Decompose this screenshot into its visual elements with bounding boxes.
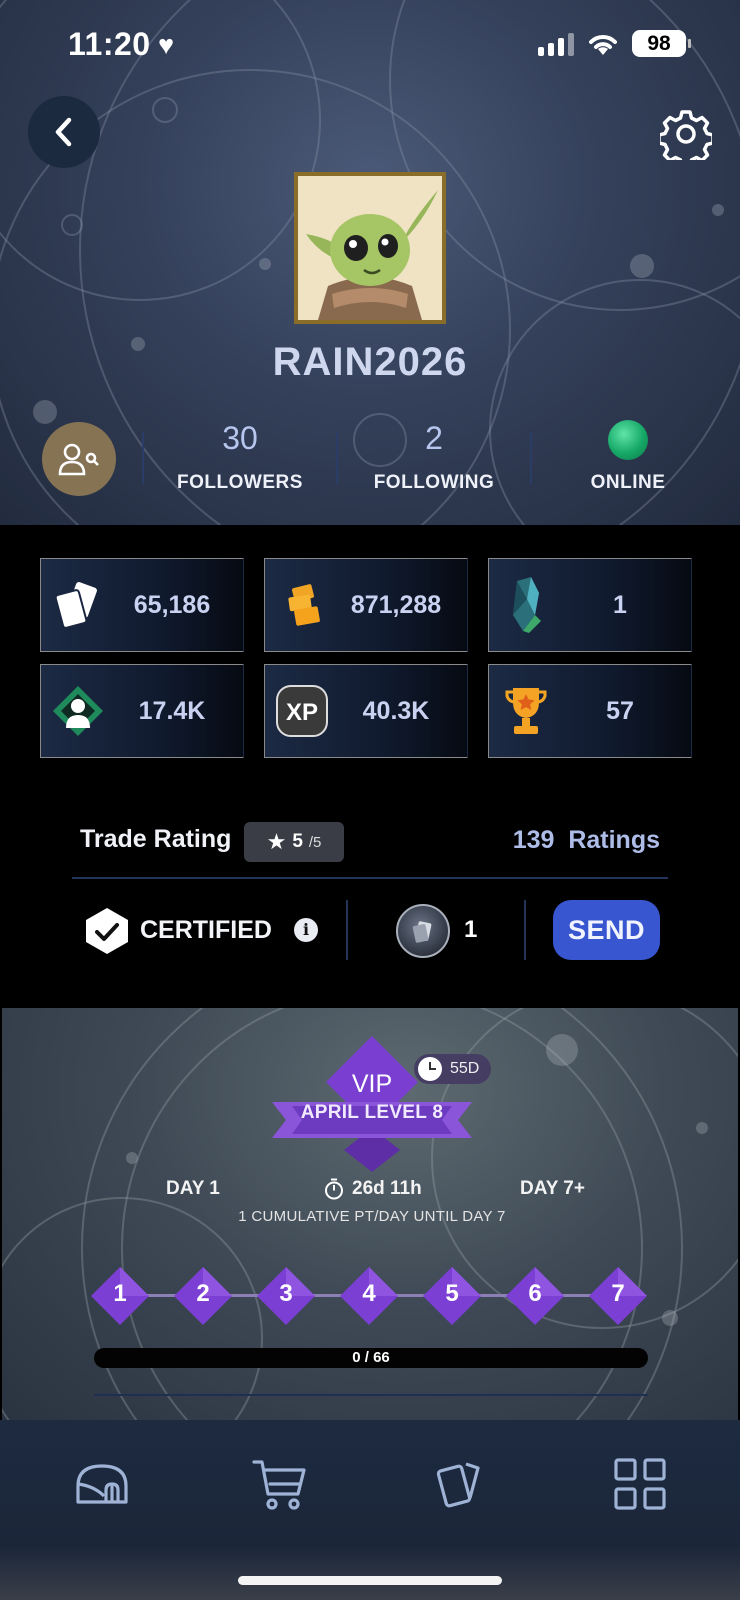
day-end-label: DAY 7+ xyxy=(520,1178,585,1199)
certified-label: CERTIFIED xyxy=(140,916,272,944)
chevron-left-icon xyxy=(55,117,72,147)
vip-day-marker[interactable]: 2 xyxy=(173,1266,233,1326)
vip-day-marker[interactable]: 5 xyxy=(422,1266,482,1326)
svg-text:XP: XP xyxy=(286,699,318,726)
vip-progress-text: 0 / 66 xyxy=(352,1349,390,1366)
star-icon: ★ xyxy=(266,829,287,854)
currency-value: 40.3K xyxy=(362,696,430,725)
vip-level-label: APRIL LEVEL 8 xyxy=(300,1102,444,1123)
vip-day-number: 7 xyxy=(611,1280,625,1307)
back-button[interactable] xyxy=(28,96,100,168)
currency-value: 57 xyxy=(606,696,634,725)
vip-day-marker[interactable]: 7 xyxy=(588,1266,648,1326)
followers-stat[interactable]: 30 FOLLOWERS xyxy=(160,420,320,494)
vip-countdown: 26d 11h xyxy=(352,1178,422,1199)
certified-shield-icon xyxy=(86,908,128,954)
user-search-icon xyxy=(58,443,99,476)
online-indicator-icon xyxy=(608,420,648,460)
currency-value: 1 xyxy=(613,590,627,619)
collector-score-icon xyxy=(53,686,103,736)
info-icon[interactable]: i xyxy=(294,918,318,942)
vip-day-marker[interactable]: 4 xyxy=(339,1266,399,1326)
grid-menu-icon[interactable] xyxy=(612,1456,668,1512)
ratings-link[interactable]: 139 Ratings xyxy=(513,826,660,855)
cards-icon[interactable] xyxy=(432,1456,488,1512)
following-label: FOLLOWING xyxy=(373,472,495,493)
trade-token-count: 1 xyxy=(464,916,478,943)
currency-tile-trophies[interactable]: 57 xyxy=(488,664,692,758)
stats-divider xyxy=(336,432,338,484)
vip-day-number: 1 xyxy=(113,1280,127,1307)
trade-rating-badge[interactable]: ★ 5/5 xyxy=(244,822,344,862)
vip-divider xyxy=(94,1394,648,1396)
vip-day-number: 5 xyxy=(445,1280,459,1307)
cellular-signal-icon xyxy=(538,32,574,56)
rating-max: /5 xyxy=(308,833,322,851)
send-button[interactable]: SEND xyxy=(553,900,660,960)
currency-tile-cards[interactable]: 65,186 xyxy=(40,558,244,652)
followers-label: FOLLOWERS xyxy=(177,472,303,493)
stopwatch-icon xyxy=(325,1178,343,1200)
battery-indicator: 98 xyxy=(632,30,691,57)
avatar-character-image xyxy=(298,176,442,320)
vip-day-number: 4 xyxy=(362,1280,376,1307)
vip-day-marker[interactable]: 1 xyxy=(90,1266,150,1326)
online-status: ONLINE xyxy=(548,420,708,494)
vip-day-marker[interactable]: 3 xyxy=(256,1266,316,1326)
crystal-icon xyxy=(513,577,541,633)
status-bar: 11:20 ♥ 98 xyxy=(0,26,740,66)
xp-icon: XP xyxy=(276,685,328,737)
profile-username: RAIN2026 xyxy=(272,340,468,384)
currency-tile-collector-score[interactable]: 17.4K xyxy=(40,664,244,758)
ratings-label: Ratings xyxy=(568,826,660,854)
trade-divider xyxy=(72,877,668,879)
heart-icon: ♥ xyxy=(158,30,175,60)
vip-time-left: 55D xyxy=(450,1060,480,1077)
currency-value: 65,186 xyxy=(133,590,211,619)
home-icon[interactable] xyxy=(74,1456,130,1512)
ratings-count: 139 xyxy=(512,826,555,854)
bottom-navigation xyxy=(0,1420,740,1600)
stats-divider xyxy=(142,432,144,484)
vip-cumulative-note: 1 CUMULATIVE PT/DAY UNTIL DAY 7 xyxy=(238,1208,506,1225)
cards-icon xyxy=(54,582,97,629)
trade-divider-vertical xyxy=(346,900,348,960)
currency-value: 17.4K xyxy=(138,696,206,725)
followers-count: 30 xyxy=(222,420,258,456)
trade-token-icon xyxy=(396,904,450,958)
profile-avatar[interactable] xyxy=(294,172,446,324)
vip-time-remaining: 55D xyxy=(414,1054,492,1084)
stats-divider xyxy=(530,432,532,484)
currency-tile-xp[interactable]: XP 40.3K xyxy=(264,664,468,758)
vip-progress-bar: 0 / 66 xyxy=(94,1348,648,1368)
vip-day-number: 6 xyxy=(528,1280,542,1307)
vip-rewards-panel: VIP APRIL LEVEL 8 55D DAY 1 26d 11h DAY … xyxy=(2,1008,738,1420)
currency-value: 871,288 xyxy=(350,590,442,619)
wifi-icon xyxy=(589,34,617,55)
settings-gear-icon[interactable] xyxy=(660,108,712,160)
clock-icon xyxy=(418,1057,442,1081)
currency-tile-tickets[interactable]: 871,288 xyxy=(264,558,468,652)
online-label: ONLINE xyxy=(590,472,666,493)
rating-value: 5 xyxy=(292,831,303,852)
home-indicator xyxy=(238,1576,502,1585)
cart-icon[interactable] xyxy=(252,1456,308,1512)
profile-header: 11:20 ♥ 98 RAIN2026 30 FOLLOWERS 2 FOLLO… xyxy=(0,0,740,525)
currency-tile-crystal[interactable]: 1 xyxy=(488,558,692,652)
find-friends-button[interactable] xyxy=(42,422,116,496)
vip-day-number: 2 xyxy=(196,1280,210,1307)
following-count: 2 xyxy=(425,420,443,456)
vip-day-marker[interactable]: 6 xyxy=(505,1266,565,1326)
trophy-icon xyxy=(505,688,547,734)
trade-rating-title: Trade Rating xyxy=(80,825,232,853)
status-time: 11:20 xyxy=(68,26,151,62)
vip-day-number: 3 xyxy=(279,1280,293,1307)
following-stat[interactable]: 2 FOLLOWING xyxy=(354,420,514,494)
trade-divider-vertical xyxy=(524,900,526,960)
ticket-icon xyxy=(288,584,320,626)
day-start-label: DAY 1 xyxy=(166,1178,220,1199)
